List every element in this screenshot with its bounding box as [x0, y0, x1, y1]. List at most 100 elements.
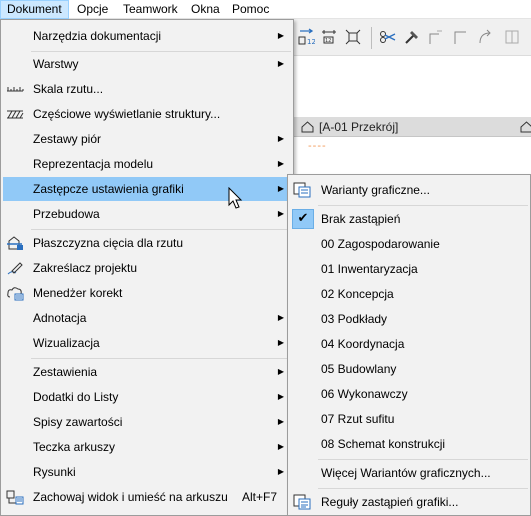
menu-item-czesciowe-wyswietlanie[interactable]: Częściowe wyświetlanie struktury...: [3, 102, 291, 126]
menu-item-label: Brak zastąpień: [321, 212, 401, 226]
elevation-tool-icon[interactable]: 12: [297, 28, 315, 46]
house-icon: [301, 121, 314, 133]
menu-item-plaszczyzna-ciecia[interactable]: Płaszczyzna cięcia dla rzutu: [3, 231, 291, 255]
submenu-item-03[interactable]: 03 Podkłady: [290, 307, 528, 331]
menu-item-label: Zachowaj widok i umieść na arkuszu: [33, 490, 228, 504]
dimension-tool-icon[interactable]: 12: [320, 28, 338, 46]
menu-item-label: Adnotacja: [33, 311, 87, 325]
submenu-arrow-icon: ▶: [277, 313, 284, 322]
menu-okna[interactable]: Okna: [185, 0, 226, 19]
menu-dokument[interactable]: Dokument: [0, 0, 69, 19]
submenu-arrow-icon: ▶: [277, 417, 284, 426]
menu-item-zakreslacz-projektu[interactable]: Zakreślacz projektu: [3, 256, 291, 280]
menu-item-label: 04 Koordynacja: [321, 337, 405, 351]
split-tool-icon[interactable]: [503, 28, 521, 46]
menu-item-reprezentacja-modelu[interactable]: Reprezentacja modelu ▶: [3, 152, 291, 176]
submenu-item-04[interactable]: 04 Koordynacja: [290, 332, 528, 356]
cloud-revision-icon: [7, 287, 24, 301]
tab-other-view[interactable]: [512, 117, 531, 137]
submenu-arrow-icon: ▶: [277, 442, 284, 451]
menu-item-label: Zestawienia: [33, 365, 98, 379]
menu-item-label: Płaszczyzna cięcia dla rzutu: [33, 236, 184, 250]
trim-tool-icon[interactable]: [427, 28, 445, 46]
override-rules-icon: [293, 494, 311, 510]
node-tool-icon[interactable]: [344, 28, 362, 46]
submenu-arrow-icon: ▶: [277, 338, 284, 347]
menu-item-label: Wizualizacja: [33, 336, 100, 350]
menu-separator: [318, 488, 528, 489]
menu-item-label: Menedżer korekt: [33, 286, 123, 300]
menu-item-label: Dodatki do Listy: [33, 390, 119, 404]
submenu-item-00[interactable]: 00 Zagospodarowanie: [290, 232, 528, 256]
menu-item-rysunki[interactable]: Rysunki ▶: [3, 460, 291, 484]
menu-item-label: 03 Podkłady: [321, 312, 388, 326]
menu-item-label: Reprezentacja modelu: [33, 157, 154, 171]
submenu-arrow-icon: ▶: [277, 134, 284, 143]
corner-tool-icon[interactable]: [451, 28, 469, 46]
menu-item-label: 05 Budowlany: [321, 362, 397, 376]
svg-text:12: 12: [307, 38, 315, 46]
submenu-arrow-icon: ▶: [277, 367, 284, 376]
menu-item-adnotacja[interactable]: Adnotacja ▶: [3, 306, 291, 330]
rotate-tool-icon[interactable]: [476, 28, 494, 46]
submenu-arrow-icon: ▶: [277, 184, 284, 193]
menu-item-teczka-arkuszy[interactable]: Teczka arkuszy ▶: [3, 435, 291, 459]
menu-item-zestawy-pior[interactable]: Zestawy piór ▶: [3, 127, 291, 151]
submenu-item-06[interactable]: 06 Wykonawczy: [290, 382, 528, 406]
submenu-item-warianty-graficzne[interactable]: Warianty graficzne...: [290, 178, 528, 202]
place-view-icon: [6, 490, 24, 505]
menu-pomoc[interactable]: Pomoc: [226, 0, 275, 19]
menu-item-label: Zakreślacz projektu: [33, 261, 138, 275]
submenu-item-brak-zastapien[interactable]: ✔ Brak zastąpień: [290, 207, 528, 231]
scissors-icon[interactable]: [379, 28, 397, 46]
menu-item-zastepcze-ustawienia-grafiki[interactable]: Zastępcze ustawienia grafiki ▶: [3, 177, 291, 201]
menu-item-label: Przebudowa: [33, 207, 100, 221]
menu-item-label: 06 Wykonawczy: [321, 387, 408, 401]
menu-item-label: Narzędzia dokumentacji: [33, 29, 162, 43]
menu-item-label: Częściowe wyświetlanie struktury...: [33, 107, 221, 121]
submenu-item-02[interactable]: 02 Koncepcja: [290, 282, 528, 306]
submenu-arrow-icon: ▶: [277, 392, 284, 401]
menu-item-label: 08 Schemat konstrukcji: [321, 437, 446, 451]
toolbar: 12 12: [293, 19, 531, 55]
section-marker: ----: [308, 140, 327, 152]
menu-item-dodatki-do-listy[interactable]: Dodatki do Listy ▶: [3, 385, 291, 409]
mouse-cursor-icon: [228, 187, 243, 209]
menu-item-spisy-zawartosci[interactable]: Spisy zawartości ▶: [3, 410, 291, 434]
menu-item-skala-rzutu[interactable]: Skala rzutu...: [3, 77, 291, 101]
menu-item-label: Warianty graficzne...: [321, 183, 430, 197]
submenu-arrow-icon: ▶: [277, 31, 284, 40]
menu-item-przebudowa[interactable]: Przebudowa ▶: [3, 202, 291, 226]
menu-item-wizualizacja[interactable]: Wizualizacja ▶: [3, 331, 291, 355]
menu-item-label: Rysunki: [33, 465, 76, 479]
submenu-item-reguly-zastapien[interactable]: Reguły zastąpień grafiki...: [290, 490, 528, 514]
menu-item-narzedzia-dokumentacji[interactable]: Narzędzia dokumentacji ▶: [3, 24, 291, 48]
cut-plane-icon: [7, 236, 23, 250]
tab-label: [A-01 Przekrój]: [319, 120, 399, 134]
scale-ruler-icon: [7, 87, 24, 92]
submenu-item-07[interactable]: 07 Rzut sufitu: [290, 407, 528, 431]
menu-separator: [318, 205, 528, 206]
menu-item-warstwy[interactable]: Warstwy ▶: [3, 52, 291, 76]
submenu-arrow-icon: ▶: [277, 59, 284, 68]
menu-item-label: Warstwy: [33, 57, 79, 71]
menu-opcje[interactable]: Opcje: [71, 0, 114, 19]
menu-item-zachowaj-widok[interactable]: Zachowaj widok i umieść na arkuszu Alt+F…: [3, 485, 291, 509]
dokument-menu: Narzędzia dokumentacji ▶ Warstwy ▶ Skala…: [0, 19, 294, 516]
marker-pen-icon: [7, 262, 23, 275]
submenu-item-wiecej-wariantow[interactable]: Więcej Wariantów graficznych...: [290, 461, 528, 485]
tab-section-view[interactable]: [A-01 Przekrój]: [293, 117, 398, 137]
view-tab-bar: [A-01 Przekrój]: [293, 117, 531, 137]
hammer-icon[interactable]: [403, 28, 421, 46]
menu-item-label: 02 Koncepcja: [321, 287, 394, 301]
submenu-item-05[interactable]: 05 Budowlany: [290, 357, 528, 381]
menu-item-label: Skala rzutu...: [33, 82, 104, 96]
menu-item-label: Reguły zastąpień grafiki...: [321, 495, 459, 509]
menu-item-zestawienia[interactable]: Zestawienia ▶: [3, 360, 291, 384]
menu-item-menedzer-korekt[interactable]: Menedżer korekt: [3, 281, 291, 305]
graphic-variants-icon: [293, 182, 311, 198]
svg-text:12: 12: [325, 38, 331, 44]
submenu-item-08[interactable]: 08 Schemat konstrukcji: [290, 432, 528, 456]
menu-teamwork[interactable]: Teamwork: [117, 0, 184, 19]
submenu-item-01[interactable]: 01 Inwentaryzacja: [290, 257, 528, 281]
